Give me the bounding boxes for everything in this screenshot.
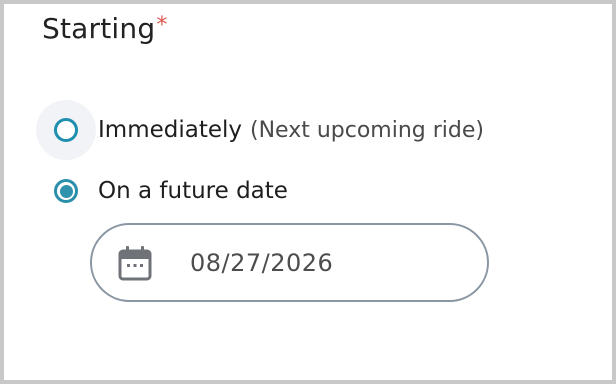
radio-immediately[interactable]: [54, 118, 78, 142]
calendar-icon[interactable]: [117, 245, 153, 282]
option-future-date[interactable]: On a future date: [36, 161, 288, 221]
section-title-text: Starting: [42, 12, 156, 45]
option-immediately-sublabel: (Next upcoming ride): [250, 118, 484, 143]
start-date-panel: Starting* Immediately (Next upcoming ride…: [0, 0, 616, 384]
radio-future-date[interactable]: [54, 179, 78, 203]
date-value[interactable]: 08/27/2026: [190, 249, 333, 277]
required-marker: *: [156, 13, 168, 38]
option-immediately-label-text[interactable]: Immediately: [98, 117, 242, 143]
date-picker-field[interactable]: 08/27/2026: [90, 223, 489, 302]
option-immediately-label[interactable]: Immediately (Next upcoming ride): [98, 117, 484, 143]
radio-future-date-hit-area[interactable]: [36, 161, 96, 221]
radio-immediately-hit-area[interactable]: [36, 100, 96, 160]
radio-selected-dot: [59, 184, 73, 198]
section-title: Starting*: [42, 12, 168, 45]
option-future-date-label[interactable]: On a future date: [98, 178, 288, 204]
option-immediately[interactable]: Immediately (Next upcoming ride): [36, 100, 484, 160]
